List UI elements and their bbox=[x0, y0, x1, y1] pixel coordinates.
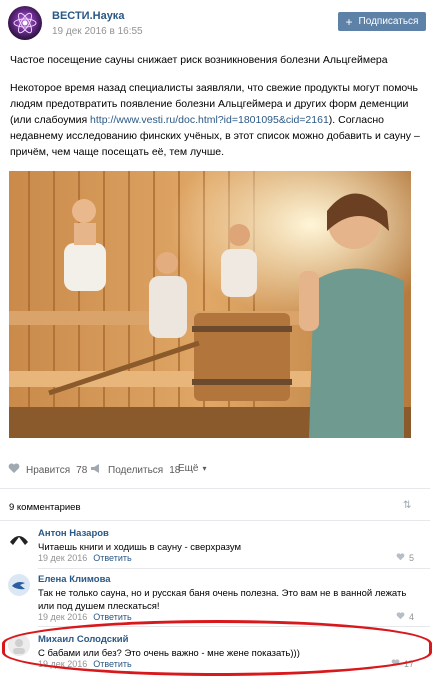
community-avatar[interactable] bbox=[8, 6, 42, 40]
commenter-name[interactable]: Елена Климова bbox=[38, 574, 111, 585]
post-photo[interactable] bbox=[9, 171, 411, 438]
comment-like-button[interactable]: 4 bbox=[396, 612, 414, 622]
subscribe-label: Подписаться bbox=[358, 16, 419, 27]
chevron-down-icon: ▾ bbox=[202, 464, 207, 473]
heart-icon bbox=[396, 553, 405, 563]
share-button[interactable]: Поделиться 18 bbox=[90, 463, 180, 477]
comment-like-count: 4 bbox=[408, 612, 414, 622]
comment-like-button[interactable]: 5 bbox=[396, 553, 414, 563]
commenter-name[interactable]: Антон Назаров bbox=[38, 528, 109, 539]
more-label: Ещё bbox=[178, 463, 199, 474]
plus-icon: + bbox=[345, 14, 353, 29]
like-count: 78 bbox=[76, 464, 88, 476]
like-label: Нравится bbox=[26, 464, 71, 476]
share-label: Поделиться bbox=[108, 464, 164, 476]
comment-text: Так не только сауна, но и русская баня о… bbox=[38, 588, 407, 612]
post-actions: Нравится 78 Поделиться 18 Ещё ▾ bbox=[0, 454, 448, 484]
divider bbox=[0, 520, 430, 521]
comment-item: Елена Климова Так не только сауна, но и … bbox=[0, 574, 430, 624]
reply-button[interactable]: Ответить bbox=[93, 612, 131, 622]
post-header: ВЕСТИ.Наука 19 дек 2016 в 16:55 + Подпис… bbox=[0, 0, 448, 44]
article-link[interactable]: http://www.vesti.ru/doc.html?id=1801095&… bbox=[90, 114, 329, 126]
comments-count: 9 комментариев bbox=[9, 502, 81, 513]
comment-like-count: 5 bbox=[408, 553, 414, 563]
heart-icon bbox=[8, 463, 20, 477]
atom-logo-icon bbox=[13, 12, 37, 34]
heart-icon bbox=[396, 612, 405, 622]
commenter-avatar[interactable] bbox=[8, 528, 30, 550]
reply-button[interactable]: Ответить bbox=[93, 553, 131, 563]
sort-icon[interactable]: ⇅ bbox=[403, 500, 411, 511]
divider bbox=[38, 568, 430, 569]
post-headline: Частое посещение сауны снижает риск возн… bbox=[10, 54, 388, 66]
post-text: Частое посещение сауны снижает риск возн… bbox=[10, 52, 420, 172]
divider bbox=[0, 488, 430, 489]
highlight-oval bbox=[2, 620, 432, 676]
post-body: Некоторое время назад специалисты заявля… bbox=[10, 80, 420, 160]
post-date[interactable]: 19 дек 2016 в 16:55 bbox=[52, 26, 143, 37]
subscribe-button[interactable]: + Подписаться bbox=[338, 12, 426, 31]
comment-date[interactable]: 19 дек 2016 bbox=[38, 612, 87, 622]
commenter-avatar[interactable] bbox=[8, 574, 30, 596]
comment-meta: 19 дек 2016 Ответить bbox=[38, 553, 132, 563]
more-button[interactable]: Ещё ▾ bbox=[178, 463, 206, 474]
comment-date[interactable]: 19 дек 2016 bbox=[38, 553, 87, 563]
post-author[interactable]: ВЕСТИ.Наука bbox=[52, 10, 124, 22]
comment-meta: 19 дек 2016 Ответить bbox=[38, 612, 132, 622]
megaphone-icon bbox=[90, 463, 102, 477]
comment-item: Антон Назаров Читаешь книги и ходишь в с… bbox=[0, 528, 430, 566]
like-button[interactable]: Нравится 78 bbox=[8, 463, 87, 477]
sauna-photo bbox=[9, 171, 411, 438]
